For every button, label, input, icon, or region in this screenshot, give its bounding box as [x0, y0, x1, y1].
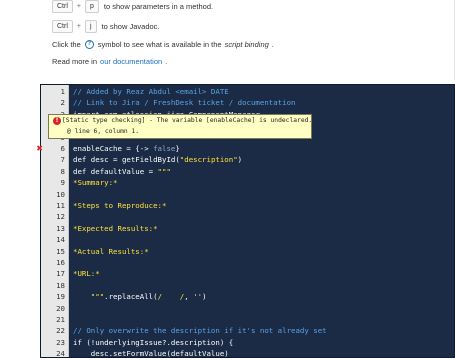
code-token: ''	[193, 292, 203, 302]
code-token: enableCache = {->	[73, 144, 154, 153]
help-panel: Ctrl + p to show parameters in a method.…	[40, 0, 455, 80]
code-token: *Actual Results:*	[73, 246, 149, 256]
key-p: p	[84, 0, 99, 13]
shortcut-row-javadoc: Ctrl + j to show Javadoc.	[52, 20, 160, 33]
line-number: 16	[56, 258, 65, 267]
code-token: // Only overwrite the description if it'…	[73, 326, 327, 336]
code-token: )	[202, 292, 207, 302]
code-line[interactable]: *Actual Results:*	[73, 246, 149, 257]
error-icon: !	[53, 117, 61, 125]
code-line[interactable]: desc.setFormValue(defaultValue)	[73, 348, 229, 358]
key-ctrl: Ctrl	[52, 20, 73, 33]
code-line[interactable]: def desc = getFieldById("description")	[73, 154, 242, 165]
documentation-hint-text: Read more in	[52, 57, 98, 66]
line-number: 12	[56, 212, 65, 222]
code-token: desc.setFormValue(defaultValue)	[73, 349, 229, 358]
shortcut-description: to show Javadoc.	[101, 22, 160, 31]
code-line[interactable]: // Added by Reaz Abdul <email> DATE	[73, 86, 229, 97]
code-token: *Expected Results:*	[73, 223, 158, 233]
line-number: 8	[60, 166, 65, 176]
binding-hint-text: Click the	[52, 40, 81, 49]
code-token: "description"	[179, 155, 238, 165]
line-number: 19	[56, 292, 65, 302]
code-token: *URL:*	[73, 269, 100, 279]
code-token: """	[73, 292, 105, 302]
key-ctrl: Ctrl	[52, 0, 73, 13]
code-token: """	[157, 166, 171, 176]
code-token: // Added by Reaz Abdul <email> DATE	[73, 87, 229, 96]
period: .	[271, 40, 274, 49]
shortcut-description: to show parameters in a method.	[103, 2, 214, 11]
line-number: 2	[60, 98, 65, 108]
tooltip-message: [Static type checking] - The variable [e…	[62, 117, 313, 124]
line-number: 18	[56, 280, 65, 290]
code-token: .replaceAll(	[104, 292, 158, 302]
error-tooltip: ! [Static type checking] - The variable …	[48, 114, 312, 139]
binding-hint: Click the ? symbol to see what is availa…	[52, 40, 274, 49]
binding-hint-text-2: symbol to see what is available in the	[97, 40, 222, 49]
code-line[interactable]: // Link to Jira / FreshDesk ticket / doc…	[73, 97, 295, 108]
code-token: *Summary:*	[73, 178, 118, 188]
documentation-link[interactable]: our documentation	[100, 57, 162, 66]
script-binding-label: script binding	[224, 40, 269, 49]
code-line[interactable]: if (!underlyingIssue?.description) {	[73, 337, 233, 348]
code-token: def desc = getFieldById(	[73, 155, 180, 165]
code-line[interactable]: def defaultValue = """	[73, 166, 171, 177]
line-number: 11	[56, 201, 65, 210]
tooltip-location: @ line 6, column 1.	[67, 128, 140, 135]
code-token: }	[175, 144, 180, 153]
line-number: 22	[56, 326, 65, 336]
line-number: 14	[56, 235, 65, 245]
line-number: 9	[60, 178, 65, 188]
code-token: def defaultValue =	[73, 166, 158, 176]
line-number: 20	[56, 303, 65, 313]
shortcut-row-parameters: Ctrl + p to show parameters in a method.	[52, 0, 213, 13]
code-line[interactable]: *Steps to Reproduce:*	[73, 200, 166, 211]
code-line[interactable]: enableCache = {-> false}	[73, 143, 180, 154]
error-marker-icon[interactable]: ✖	[35, 145, 43, 153]
code-token: ,	[184, 292, 194, 302]
period: .	[165, 57, 168, 66]
code-line[interactable]: *Expected Results:*	[73, 223, 158, 234]
line-number: 7	[60, 155, 65, 165]
line-number: 23	[56, 337, 65, 347]
plus-sign: +	[76, 23, 81, 30]
line-number: 13	[56, 223, 65, 233]
code-token: // Link to Jira / FreshDesk ticket / doc…	[73, 98, 296, 108]
line-number: 10	[56, 189, 65, 199]
code-line[interactable]: *URL:*	[73, 268, 100, 279]
key-j: j	[84, 20, 97, 33]
code-line[interactable]: """.replaceAll(/ /, '')	[73, 291, 207, 302]
question-circle-icon[interactable]: ?	[84, 40, 94, 49]
line-number: 15	[56, 246, 65, 256]
line-number: 6 ✖	[36, 144, 65, 153]
code-token: false	[153, 144, 176, 153]
documentation-hint: Read more in our documentation.	[52, 57, 167, 66]
code-line[interactable]: *Summary:*	[73, 177, 118, 188]
line-number: 1	[60, 87, 65, 96]
code-token: / /	[157, 292, 185, 302]
line-number: 21	[56, 315, 65, 324]
code-token: *Steps to Reproduce:*	[73, 201, 167, 210]
code-token: )	[237, 155, 243, 165]
code-line[interactable]: // Only overwrite the description if it'…	[73, 325, 327, 336]
code-token: if (!underlyingIssue?.description) {	[73, 337, 234, 347]
line-number: 24	[56, 349, 65, 358]
line-number: 17	[56, 269, 65, 279]
plus-sign: +	[76, 3, 81, 10]
